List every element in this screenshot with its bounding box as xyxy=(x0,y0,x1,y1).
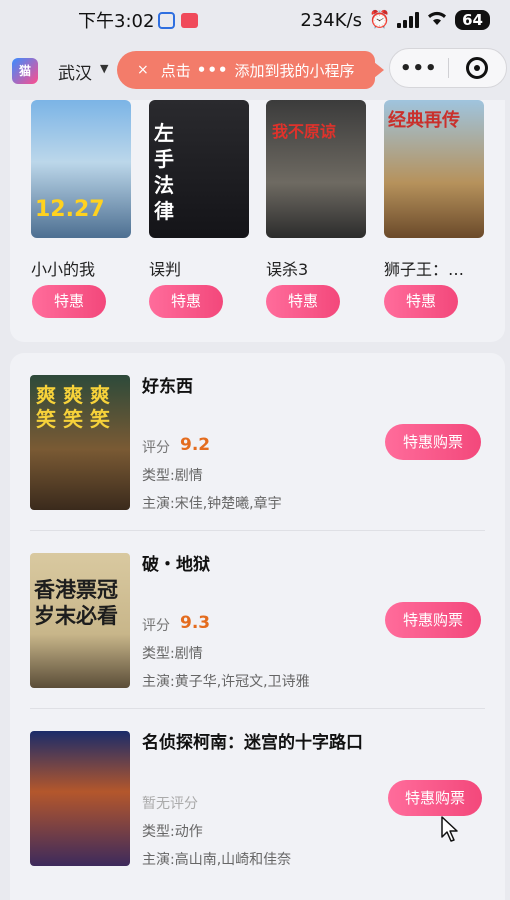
discount-button[interactable]: 特惠 xyxy=(384,285,458,318)
hot-movies-card: 12.27 小小的我 特惠 左手 法律 误判 特惠 我不原谅 误杀3 特惠 经典… xyxy=(10,100,505,342)
movie-row[interactable]: 爽 爽 爽 笑 笑 笑 好东西 评分 9.2 类型:剧情 主演:宋佳,钟楚曦,章… xyxy=(30,353,485,531)
movie-cast: 主演:高山南,山崎和佳奈 xyxy=(142,852,292,868)
movie-poster[interactable]: 香港票冠 岁末必看 xyxy=(30,553,130,688)
movie-poster[interactable] xyxy=(30,731,130,866)
caret-down-icon[interactable]: ▼ xyxy=(100,62,108,75)
movie-poster[interactable]: 左手 法律 xyxy=(149,100,249,238)
more-menu-button[interactable]: ••• xyxy=(390,58,448,79)
score-label: 评分 xyxy=(142,440,170,456)
status-bar: 下午3:02 234K/s ⏰ 64 xyxy=(0,0,510,40)
movie-row[interactable]: 名侦探柯南：迷宫的十字路口 暂无评分 类型:动作 主演:高山南,山崎和佳奈 特惠… xyxy=(30,709,485,891)
close-mini-program-button[interactable] xyxy=(448,57,506,79)
movie-cast: 主演:宋佳,钟楚曦,章宇 xyxy=(142,496,282,512)
message-notification-icon xyxy=(181,12,199,28)
alarm-icon: ⏰ xyxy=(368,10,391,30)
hot-movie-item[interactable]: 12.27 小小的我 xyxy=(31,100,131,280)
mini-program-capsule: ••• xyxy=(389,48,507,88)
close-tip-icon[interactable]: × xyxy=(137,62,149,78)
movie-name: 误杀3 xyxy=(266,260,309,279)
movie-title: 破・地狱 xyxy=(142,555,210,575)
movie-cast: 主演:黄子华,许冠文,卫诗雅 xyxy=(142,674,310,690)
buy-ticket-button[interactable]: 特惠购票 xyxy=(385,602,481,638)
battery-indicator: 64 xyxy=(455,10,490,30)
movie-title: 好东西 xyxy=(142,377,193,397)
network-speed: 234K/s xyxy=(300,9,362,31)
nav-bar: 猫 武汉 ▼ × 点击 ••• 添加到我的小程序 ••• xyxy=(0,40,510,100)
movie-name: 狮子王：… xyxy=(384,260,465,279)
movie-poster[interactable]: 爽 爽 爽 笑 笑 笑 xyxy=(30,375,130,510)
tip-dots: ••• xyxy=(196,61,229,79)
status-time: 下午3:02 xyxy=(78,11,155,32)
movie-score: 9.3 xyxy=(180,613,211,633)
discount-button[interactable]: 特惠 xyxy=(149,285,223,318)
hot-movie-item[interactable]: 经典再传 狮子王：… xyxy=(384,100,484,280)
target-icon xyxy=(466,57,489,79)
movie-genre: 类型:动作 xyxy=(142,824,203,840)
buy-ticket-button[interactable]: 特惠购票 xyxy=(385,424,481,460)
no-score-label: 暂无评分 xyxy=(142,796,198,812)
score-label: 评分 xyxy=(142,618,170,634)
city-selector[interactable]: 武汉 xyxy=(58,59,92,84)
movie-score: 9.2 xyxy=(180,435,211,455)
movie-name: 小小的我 xyxy=(31,260,96,279)
movie-title: 名侦探柯南：迷宫的十字路口 xyxy=(142,733,363,753)
discount-button[interactable]: 特惠 xyxy=(32,285,106,318)
hot-movie-item[interactable]: 左手 法律 误判 xyxy=(149,100,249,280)
movie-genre: 类型:剧情 xyxy=(142,646,203,662)
discount-button[interactable]: 特惠 xyxy=(266,285,340,318)
buy-ticket-button[interactable]: 特惠购票 xyxy=(388,780,482,816)
app-logo-icon: 猫 xyxy=(12,58,38,84)
movie-poster[interactable]: 经典再传 xyxy=(384,100,484,238)
tip-suffix: 添加到我的小程序 xyxy=(234,61,355,80)
movie-poster[interactable]: 我不原谅 xyxy=(266,100,366,238)
mouse-cursor-icon xyxy=(441,816,458,842)
movie-list-card: 爽 爽 爽 笑 笑 笑 好东西 评分 9.2 类型:剧情 主演:宋佳,钟楚曦,章… xyxy=(10,353,505,900)
signal-icon xyxy=(397,12,420,28)
movie-poster[interactable]: 12.27 xyxy=(31,100,131,238)
movie-name: 误判 xyxy=(149,260,182,279)
movie-row[interactable]: 香港票冠 岁末必看 破・地狱 评分 9.3 类型:剧情 主演:黄子华,许冠文,卫… xyxy=(30,531,485,709)
wifi-icon xyxy=(426,10,448,31)
tip-prefix: 点击 xyxy=(160,61,191,80)
hot-movie-item[interactable]: 我不原谅 误杀3 xyxy=(266,100,366,280)
app-notification-icon xyxy=(158,11,176,29)
movie-genre: 类型:剧情 xyxy=(142,468,203,484)
add-to-mini-program-tip: × 点击 ••• 添加到我的小程序 xyxy=(117,51,384,89)
